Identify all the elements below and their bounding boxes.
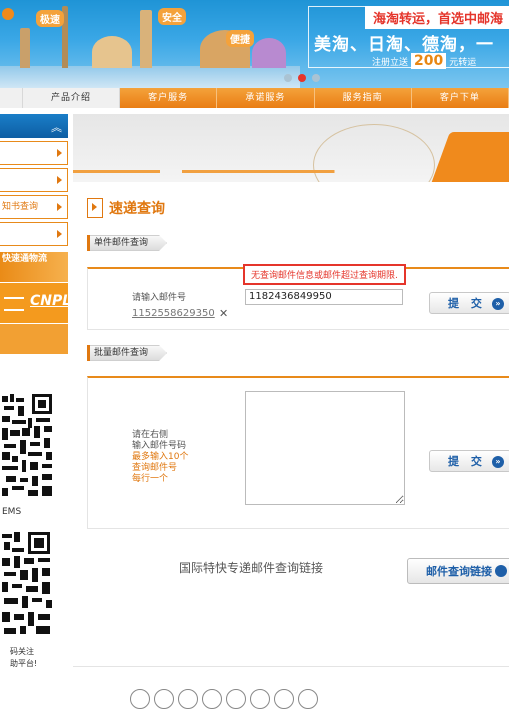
sidebar-header[interactable]: ︽ (0, 114, 68, 138)
banner-tag-convenient: 便捷 (226, 30, 254, 47)
submit-button[interactable]: 提 交 » (429, 292, 509, 314)
footer-circle (154, 689, 174, 709)
sidebar-item-notice-query[interactable]: 知书查询 (0, 195, 68, 219)
banner-tag-safe: 安全 (158, 8, 186, 25)
decorative-map (428, 132, 509, 182)
arrow-right-icon (57, 176, 62, 184)
title-arrow-icon (87, 198, 103, 218)
qr-caption-follow: 码关注 助平台! (10, 646, 37, 670)
carousel-dot[interactable] (284, 74, 292, 82)
batch-submit-button-label: 提 交 (448, 455, 486, 468)
instruction-line: 输入邮件号码 (132, 441, 187, 451)
wechat-qr-code (0, 528, 54, 640)
footer-circle (178, 689, 198, 709)
cnpl-logo-icon (4, 297, 24, 311)
cnpl-banner[interactable]: CNPL (0, 282, 72, 323)
leaning-tower-graphic (140, 10, 152, 68)
forward-arrow-icon (495, 565, 507, 577)
nav-item-order[interactable]: 客户下单 (411, 88, 509, 108)
main-nav: 产品介绍 客户服务 承诺服务 服务指南 客户下单 (0, 88, 509, 108)
footer-circle (226, 689, 246, 709)
sidebar-item[interactable] (0, 141, 68, 165)
promo-offer-prefix: 注册立送 (372, 58, 409, 68)
batch-query-tab-label: 批量邮件查询 (90, 345, 167, 361)
footer-circle (130, 689, 150, 709)
promo-subheadline: 美淘、日淘、德淘，一 (314, 35, 494, 55)
decorative-line (73, 170, 509, 173)
arrow-right-icon (57, 203, 62, 211)
forward-arrow-icon: » (492, 456, 504, 468)
carousel-dot-active[interactable] (298, 74, 306, 82)
cnpl-logo-text: CNPL (30, 293, 72, 309)
section-title-row: 速递查询 (87, 198, 165, 218)
logistics-banner-label: 快速通物流 (2, 254, 48, 264)
decorative-curve (313, 124, 435, 182)
instruction-line: 每行一个 (132, 474, 169, 484)
promo-offer-suffix: 元转运 (449, 58, 477, 68)
nav-item-products[interactable]: 产品介绍 (22, 88, 121, 108)
mail-number-input[interactable] (245, 289, 403, 305)
history-number-link[interactable]: 1152558629350 (132, 308, 215, 319)
batch-query-tab[interactable]: 批量邮件查询 (87, 345, 167, 361)
sidebar: ︽ 知书查询 快速通物流 CNPL (0, 114, 72, 354)
footer-circle (274, 689, 294, 709)
batch-submit-button[interactable]: 提 交 » (429, 450, 509, 472)
logistics-banner[interactable]: 快速通物流 (0, 252, 68, 282)
footer-decoration (130, 689, 318, 709)
top-banner[interactable]: 极速 安全 便捷 海淘转运，首选中邮海 美淘、日淘、德淘，一 注册立送 200 元转… (0, 0, 509, 88)
content-bottom-border (73, 666, 509, 667)
qr-note-line: 助平台! (10, 659, 38, 668)
instruction-line: 请在右侧 (132, 430, 169, 440)
single-query-tab[interactable]: 单件邮件查询 (87, 235, 167, 251)
promo-offer-amount: 200 (411, 53, 447, 69)
palace-graphic (92, 36, 132, 68)
carousel-dots (284, 74, 320, 82)
promo-offer: 注册立送 200 元转运 (372, 53, 476, 69)
qr-caption-ems: EMS (2, 507, 22, 517)
sidebar-item[interactable] (0, 168, 68, 192)
banner-ground (0, 66, 300, 88)
ems-qr-code (0, 392, 54, 500)
arrow-right-icon (57, 149, 62, 157)
page-title: 速递查询 (109, 201, 165, 217)
sidebar-item-label: 知书查询 (2, 202, 39, 212)
banner-badge (2, 8, 14, 20)
content-header-image (73, 114, 509, 182)
footer-circle (202, 689, 222, 709)
instruction-line: 查询邮件号 (132, 463, 178, 473)
nav-item-customer-service[interactable]: 客户服务 (120, 88, 218, 108)
nav-item-guide[interactable]: 服务指南 (314, 88, 412, 108)
submit-button-label: 提 交 (448, 297, 486, 310)
carousel-dot[interactable] (312, 74, 320, 82)
promo-headline: 海淘转运，首选中邮海 (364, 6, 509, 29)
batch-instructions: 请在右侧 输入邮件号码 最多输入10个 查询邮件号 每行一个 (132, 430, 188, 485)
sidebar-promo-banner[interactable] (0, 323, 68, 354)
nav-item-commitment[interactable]: 承诺服务 (217, 88, 315, 108)
instruction-line: 最多输入10个 (132, 452, 189, 462)
nav-item-home[interactable] (0, 88, 23, 108)
sidebar-item[interactable] (0, 222, 68, 246)
input-label: 请输入邮件号 (132, 293, 187, 303)
tab-accent (87, 235, 90, 251)
main-content: 速递查询 单件邮件查询 无查询邮件信息或邮件超过查询期限. 请输入邮件号 115… (73, 114, 509, 680)
batch-number-textarea[interactable] (245, 391, 405, 505)
qr-note-line: 码关注 (10, 647, 34, 656)
tab-accent (87, 345, 90, 361)
footer-circle (298, 689, 318, 709)
mail-query-link-button[interactable]: 邮件查询链接 (407, 558, 509, 584)
error-message: 无查询邮件信息或邮件超过查询期限. (243, 264, 406, 285)
close-icon[interactable]: ✕ (219, 307, 228, 320)
mail-query-link-label: 邮件查询链接 (426, 565, 492, 578)
forward-arrow-icon: » (492, 298, 504, 310)
banner-tag-fast: 极速 (36, 10, 64, 27)
arrow-right-icon (57, 230, 62, 238)
collapse-chevron-icon[interactable]: ︽ (51, 119, 62, 135)
statue-of-liberty-graphic (20, 28, 30, 68)
dome-graphic (252, 38, 286, 68)
international-link-title: 国际特快专递邮件查询链接 (179, 561, 324, 575)
footer-circle (250, 689, 270, 709)
single-query-tab-label: 单件邮件查询 (90, 235, 167, 251)
